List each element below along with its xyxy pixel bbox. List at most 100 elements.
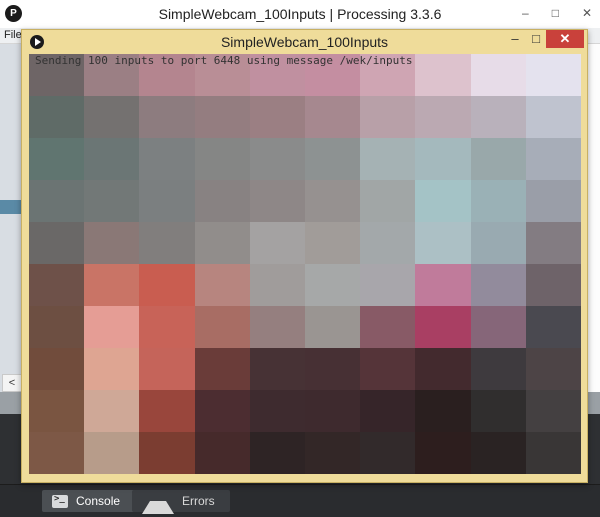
pixel-cell	[415, 432, 471, 474]
pixel-cell	[415, 96, 471, 138]
pixel-cell	[415, 390, 471, 432]
pixel-cell	[525, 138, 581, 180]
pixel-cell	[194, 348, 250, 390]
pixel-cell	[194, 264, 250, 306]
sketch-window-title: SimpleWebcam_100Inputs	[220, 34, 389, 50]
pixel-cell	[525, 222, 581, 264]
pixel-cell	[194, 390, 250, 432]
pixel-cell	[139, 222, 195, 264]
tab-console-label: Console	[76, 494, 121, 508]
pixel-cell	[84, 96, 140, 138]
ide-maximize-button[interactable]: □	[552, 6, 559, 22]
pixel-cell	[470, 390, 526, 432]
warning-icon	[142, 488, 174, 514]
pixel-cell	[194, 96, 250, 138]
pixel-cell	[525, 306, 581, 348]
pixel-cell	[194, 432, 250, 474]
pixel-cell	[360, 306, 416, 348]
sketch-window: SimpleWebcam_100Inputs – □ ✕ Sending 100…	[21, 29, 588, 483]
menu-file[interactable]: File	[4, 29, 22, 41]
pixel-cell	[249, 348, 305, 390]
pixel-cell	[29, 432, 85, 474]
pixel-cell	[304, 264, 361, 306]
pixel-cell	[194, 306, 250, 348]
pixel-cell	[360, 222, 416, 264]
pixel-cell	[415, 138, 471, 180]
pixel-cell	[84, 264, 140, 306]
pixel-cell	[84, 180, 140, 222]
ide-window-title: SimpleWebcam_100Inputs | Processing 3.3.…	[158, 6, 442, 22]
pixel-cell	[249, 96, 305, 138]
pixel-cell	[304, 180, 361, 222]
pixel-cell	[304, 390, 361, 432]
tab-errors-label: Errors	[182, 494, 215, 508]
pixelated-webcam-grid	[29, 54, 581, 474]
pixel-cell	[249, 264, 305, 306]
tab-errors[interactable]: Errors	[132, 488, 230, 514]
pixel-cell	[29, 348, 85, 390]
pixel-cell	[84, 432, 140, 474]
pixel-cell	[470, 264, 526, 306]
pixel-cell	[525, 432, 581, 474]
pixel-cell	[360, 96, 416, 138]
pixel-cell	[360, 348, 416, 390]
pixel-cell	[249, 432, 305, 474]
pixel-cell	[304, 96, 361, 138]
pixel-cell	[139, 348, 195, 390]
pixel-cell	[84, 390, 140, 432]
pixel-cell	[360, 390, 416, 432]
pixel-cell	[194, 222, 250, 264]
pixel-cell	[525, 54, 581, 96]
scroll-left-button[interactable]: <	[2, 374, 22, 392]
pixel-cell	[415, 180, 471, 222]
pixel-cell	[470, 348, 526, 390]
ide-titlebar: P SimpleWebcam_100Inputs | Processing 3.…	[0, 0, 600, 29]
pixel-cell	[304, 432, 361, 474]
sketch-canvas[interactable]: Sending 100 inputs to port 6448 using me…	[29, 54, 581, 474]
status-message: Sending 100 inputs to port 6448 using me…	[35, 54, 413, 67]
pixel-cell	[139, 432, 195, 474]
pixel-cell	[84, 138, 140, 180]
pixel-cell	[525, 96, 581, 138]
pixel-cell	[84, 222, 140, 264]
pixel-cell	[29, 222, 85, 264]
ide-close-button[interactable]: ✕	[582, 6, 592, 22]
pixel-cell	[139, 390, 195, 432]
pixel-cell	[525, 348, 581, 390]
pixel-cell	[249, 138, 305, 180]
pixel-cell	[29, 138, 85, 180]
pixel-cell	[360, 180, 416, 222]
pixel-cell	[525, 390, 581, 432]
pixel-cell	[415, 306, 471, 348]
pixel-cell	[29, 306, 85, 348]
sketch-close-button[interactable]: ✕	[546, 30, 584, 48]
pixel-cell	[304, 348, 361, 390]
pixel-cell	[470, 54, 526, 96]
pixel-cell	[415, 54, 471, 96]
pixel-cell	[304, 306, 361, 348]
pixel-cell	[139, 306, 195, 348]
sketch-titlebar[interactable]: SimpleWebcam_100Inputs – □ ✕	[22, 30, 587, 54]
gutter-marker	[0, 200, 22, 214]
sketch-maximize-button[interactable]: □	[526, 30, 546, 48]
pixel-cell	[415, 264, 471, 306]
pixel-cell	[525, 180, 581, 222]
pixel-cell	[139, 96, 195, 138]
pixel-cell	[525, 264, 581, 306]
pixel-cell	[415, 222, 471, 264]
pixel-cell	[249, 306, 305, 348]
pixel-cell	[139, 180, 195, 222]
pixel-cell	[360, 138, 416, 180]
pixel-cell	[470, 138, 526, 180]
pixel-cell	[249, 222, 305, 264]
ide-bottom-tabs: Console Errors	[0, 484, 600, 517]
console-icon	[52, 494, 68, 508]
pixel-cell	[470, 222, 526, 264]
pixel-cell	[304, 222, 361, 264]
pixel-cell	[139, 138, 195, 180]
pixel-cell	[84, 348, 140, 390]
pixel-cell	[249, 390, 305, 432]
ide-minimize-button[interactable]: –	[522, 6, 529, 22]
pixel-cell	[470, 306, 526, 348]
sketch-minimize-button[interactable]: –	[504, 30, 526, 48]
